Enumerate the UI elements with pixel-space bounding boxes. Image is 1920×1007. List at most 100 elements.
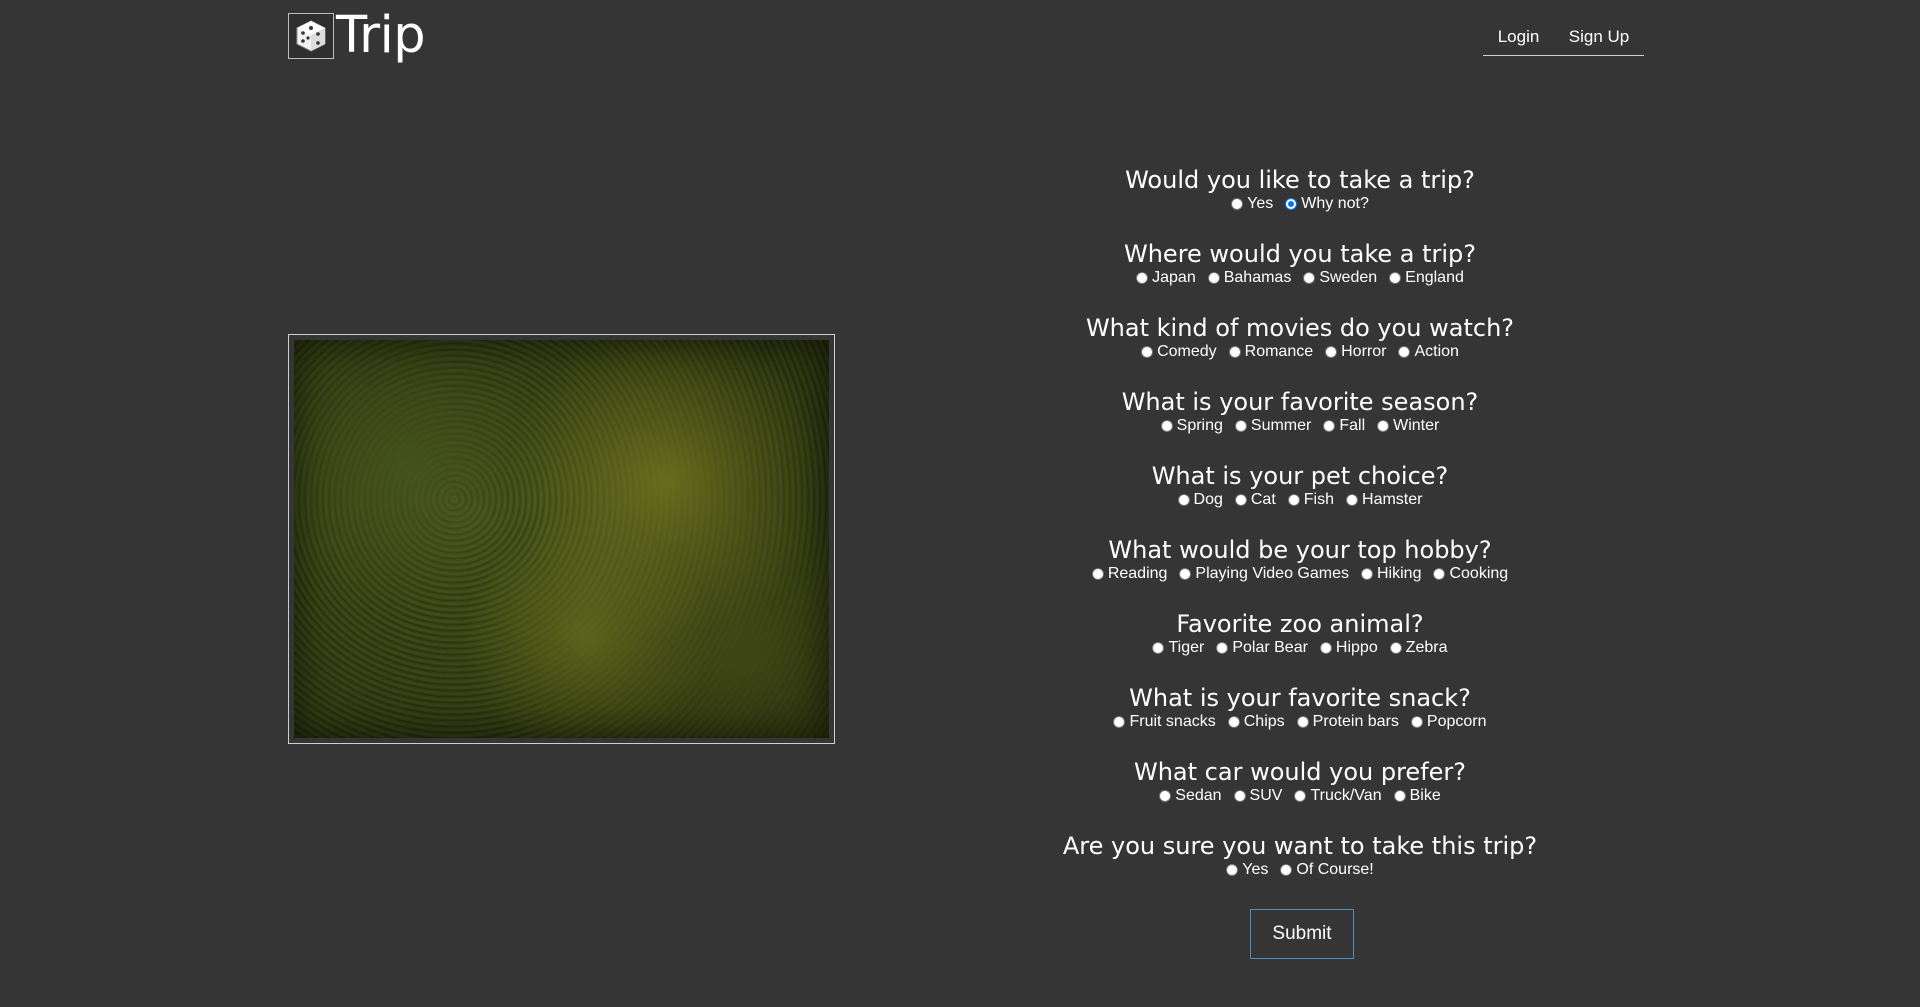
radio-option[interactable]: Bike	[1393, 786, 1441, 806]
login-link[interactable]: Login	[1498, 27, 1540, 47]
radio-button[interactable]	[1159, 790, 1172, 802]
radio-label: Hiking	[1377, 565, 1422, 582]
radio-option[interactable]: Sweden	[1303, 268, 1377, 288]
submit-button[interactable]: Submit	[1250, 909, 1354, 959]
radio-button[interactable]	[1280, 864, 1293, 876]
top-nav: Login Sign Up	[1483, 18, 1644, 56]
question-title: What kind of movies do you watch?	[1085, 314, 1515, 342]
radio-button[interactable]	[1228, 346, 1241, 358]
radio-button[interactable]	[1377, 420, 1390, 432]
radio-button[interactable]	[1233, 790, 1246, 802]
logo-text: Trip	[336, 6, 426, 65]
radio-option[interactable]: Zebra	[1389, 638, 1448, 658]
radio-button[interactable]	[1234, 494, 1247, 506]
radio-button[interactable]	[1398, 346, 1411, 358]
radio-button[interactable]	[1393, 790, 1406, 802]
radio-button[interactable]	[1433, 568, 1446, 580]
options-row: Reading Playing Video Games Hiking Cooking	[1060, 564, 1540, 584]
radio-option[interactable]: Horror	[1325, 342, 1386, 362]
radio-option[interactable]: Playing Video Games	[1179, 564, 1349, 584]
radio-button[interactable]	[1325, 346, 1338, 358]
radio-button[interactable]	[1179, 568, 1192, 580]
radio-button[interactable]	[1177, 494, 1190, 506]
radio-button[interactable]	[1296, 716, 1309, 728]
radio-option[interactable]: Comedy	[1141, 342, 1217, 362]
radio-option[interactable]: Popcorn	[1410, 712, 1487, 732]
radio-option[interactable]: Truck/Van	[1294, 786, 1382, 806]
radio-button[interactable]	[1207, 272, 1220, 284]
radio-option[interactable]: Yes	[1226, 860, 1268, 880]
radio-option[interactable]: Bahamas	[1207, 268, 1291, 288]
radio-button[interactable]	[1231, 198, 1244, 210]
radio-button[interactable]	[1226, 864, 1239, 876]
radio-option[interactable]: Reading	[1091, 564, 1168, 584]
radio-label: Truck/Van	[1310, 787, 1382, 804]
radio-label: Polar Bear	[1232, 639, 1308, 656]
radio-option[interactable]: Tiger	[1152, 638, 1204, 658]
radio-option[interactable]: Hamster	[1346, 490, 1422, 510]
signup-link[interactable]: Sign Up	[1569, 27, 1629, 47]
radio-label: Hippo	[1335, 639, 1378, 656]
radio-label: Romance	[1244, 343, 1314, 360]
photo-frame	[288, 334, 835, 744]
options-row: Yes Of Course!	[1060, 860, 1540, 880]
radio-button[interactable]	[1389, 642, 1402, 654]
radio-option[interactable]: Polar Bear	[1216, 638, 1308, 658]
radio-label: Summer	[1250, 417, 1312, 434]
radio-option[interactable]: Action	[1398, 342, 1459, 362]
radio-option[interactable]: Chips	[1227, 712, 1285, 732]
radio-button[interactable]	[1113, 716, 1126, 728]
question-block: What kind of movies do you watch? Comedy R…	[1060, 314, 1540, 388]
radio-button[interactable]	[1234, 420, 1247, 432]
radio-button[interactable]	[1216, 642, 1229, 654]
radio-option[interactable]: Summer	[1234, 416, 1312, 436]
radio-option[interactable]: Sedan	[1159, 786, 1222, 806]
radio-option[interactable]: Protein bars	[1296, 712, 1399, 732]
radio-label: Winter	[1393, 417, 1440, 434]
radio-button[interactable]	[1361, 568, 1373, 580]
radio-option[interactable]: Of Course!	[1280, 860, 1374, 880]
radio-option[interactable]: Dog	[1177, 490, 1223, 510]
radio-button[interactable]	[1294, 790, 1307, 802]
radio-option[interactable]: England	[1389, 268, 1464, 288]
question-title: What would be your top hobby?	[1108, 536, 1492, 564]
radio-option[interactable]: Japan	[1136, 268, 1196, 288]
radio-button[interactable]	[1141, 346, 1154, 358]
radio-label: Protein bars	[1312, 713, 1399, 730]
radio-button[interactable]	[1227, 716, 1240, 728]
radio-button[interactable]	[1091, 568, 1104, 580]
question-block: What is your favorite season? Spring Summe…	[1060, 388, 1540, 462]
radio-button[interactable]	[1410, 716, 1423, 728]
radio-button[interactable]	[1152, 642, 1165, 654]
radio-button[interactable]	[1319, 642, 1332, 654]
radio-option[interactable]: Yes	[1231, 194, 1273, 214]
radio-button[interactable]	[1287, 494, 1300, 506]
radio-button[interactable]	[1160, 420, 1173, 432]
radio-button[interactable]	[1323, 420, 1336, 432]
radio-option[interactable]: Cat	[1234, 490, 1276, 510]
radio-option[interactable]: Fall	[1323, 416, 1365, 436]
options-row: Yes Why not?	[1060, 194, 1540, 214]
radio-option[interactable]: Spring	[1160, 416, 1223, 436]
radio-option[interactable]: Cooking	[1433, 564, 1508, 584]
radio-button[interactable]	[1285, 198, 1298, 210]
radio-option[interactable]: Fruit snacks	[1113, 712, 1216, 732]
radio-button[interactable]	[1136, 272, 1149, 284]
radio-label: Bike	[1409, 787, 1441, 804]
options-row: Sedan SUV Truck/Van Bike	[1060, 786, 1540, 806]
radio-option[interactable]: Hippo	[1319, 638, 1378, 658]
radio-option[interactable]: Winter	[1377, 416, 1439, 436]
radio-option[interactable]: Hiking	[1361, 564, 1421, 584]
logo[interactable]: Trip	[288, 6, 426, 65]
radio-button[interactable]	[1389, 272, 1402, 284]
radio-label: Reading	[1107, 565, 1168, 582]
question-title: What is your favorite snack?	[1129, 684, 1471, 712]
radio-button[interactable]	[1346, 494, 1359, 506]
radio-label: Playing Video Games	[1195, 565, 1349, 582]
radio-option[interactable]: Fish	[1287, 490, 1334, 510]
radio-option[interactable]: SUV	[1233, 786, 1282, 806]
radio-option[interactable]: Romance	[1228, 342, 1314, 362]
radio-option[interactable]: Why not?	[1285, 194, 1369, 214]
radio-button[interactable]	[1303, 272, 1316, 284]
radio-label: Of Course!	[1296, 861, 1374, 878]
